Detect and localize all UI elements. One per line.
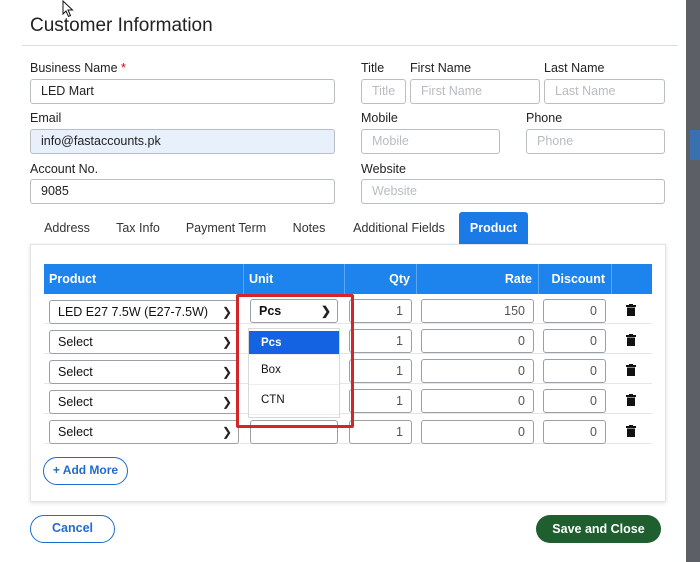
business-name-label: Business Name *	[30, 61, 126, 75]
trash-icon[interactable]	[626, 394, 636, 406]
product-select[interactable]: Select ❯	[49, 420, 239, 444]
chevron-down-icon: ❯	[221, 335, 232, 349]
background-page	[686, 0, 700, 562]
product-select-value: Select	[58, 425, 93, 439]
customer-information-dialog: Customer Information Business Name * Tit…	[0, 0, 686, 562]
chevron-down-icon: ❯	[221, 305, 232, 319]
product-select-value: Select	[58, 335, 93, 349]
product-select[interactable]: Select ❯	[49, 390, 239, 414]
tab-payment-term[interactable]: Payment Term	[178, 212, 274, 244]
tab-product[interactable]: Product	[459, 212, 528, 244]
website-label: Website	[361, 162, 406, 176]
mobile-input[interactable]: Mobile	[361, 129, 500, 154]
unit-option-ctn[interactable]: CTN	[249, 385, 339, 415]
discount-input[interactable]: 0	[543, 329, 606, 353]
background-accent	[690, 130, 700, 160]
add-more-button[interactable]: + Add More	[43, 457, 128, 485]
header-unit: Unit	[249, 272, 274, 286]
product-select[interactable]: Select ❯	[49, 330, 239, 354]
unit-option-pcs[interactable]: Pcs	[249, 331, 339, 355]
product-table-header: Product Unit Qty Rate Discount	[44, 264, 652, 294]
header-divider	[243, 264, 244, 294]
trash-icon[interactable]	[626, 364, 636, 376]
header-product: Product	[49, 272, 97, 286]
product-select-value: Select	[58, 395, 93, 409]
title-divider	[22, 45, 678, 46]
trash-icon[interactable]	[626, 425, 636, 437]
trash-icon[interactable]	[626, 304, 636, 316]
first-name-input[interactable]: First Name	[410, 79, 540, 104]
rate-input[interactable]: 0	[421, 359, 534, 383]
unit-select[interactable]: Pcs ❯	[250, 299, 338, 323]
cancel-button[interactable]: Cancel	[30, 515, 115, 543]
last-name-input[interactable]: Last Name	[544, 79, 665, 104]
chevron-down-icon: ❯	[221, 425, 232, 439]
title-label: Title	[361, 61, 385, 75]
website-input[interactable]: Website	[361, 179, 665, 204]
tab-tax-info[interactable]: Tax Info	[108, 212, 168, 244]
first-name-label: First Name	[410, 61, 472, 75]
last-name-label: Last Name	[544, 61, 605, 75]
discount-input[interactable]: 0	[543, 299, 606, 323]
discount-input[interactable]: 0	[543, 420, 606, 444]
header-qty: Qty	[389, 272, 410, 286]
mouse-cursor-icon	[62, 0, 74, 18]
phone-label: Phone	[526, 111, 563, 125]
unit-select-value: Pcs	[259, 304, 282, 318]
rate-input[interactable]: 0	[421, 329, 534, 353]
rate-input[interactable]: 150	[421, 299, 534, 323]
tab-address[interactable]: Address	[36, 212, 98, 244]
discount-input[interactable]: 0	[543, 389, 606, 413]
email-label: Email	[30, 111, 62, 125]
qty-input[interactable]: 1	[349, 389, 412, 413]
qty-input[interactable]: 1	[349, 359, 412, 383]
unit-dropdown-list: Pcs Box CTN	[248, 328, 340, 418]
chevron-down-icon: ❯	[221, 365, 232, 379]
tab-notes[interactable]: Notes	[284, 212, 334, 244]
dialog-title: Customer Information	[30, 15, 213, 36]
phone-input[interactable]: Phone	[526, 129, 665, 154]
email-input[interactable]: info@fastaccounts.pk	[30, 129, 335, 154]
qty-input[interactable]: 1	[349, 299, 412, 323]
tab-additional-fields[interactable]: Additional Fields	[344, 212, 454, 244]
header-divider	[611, 264, 612, 294]
rate-input[interactable]: 0	[421, 420, 534, 444]
product-select-value: Select	[58, 365, 93, 379]
unit-option-box[interactable]: Box	[249, 355, 339, 385]
product-select[interactable]: Select ❯	[49, 360, 239, 384]
discount-input[interactable]: 0	[543, 359, 606, 383]
product-select[interactable]: LED E27 7.5W (E27-7.5W) ❯	[49, 300, 239, 324]
rate-input[interactable]: 0	[421, 389, 534, 413]
header-discount: Discount	[551, 272, 605, 286]
account-no-input[interactable]: 9085	[30, 179, 335, 204]
header-rate: Rate	[504, 272, 532, 286]
title-input[interactable]: Title	[361, 79, 406, 104]
business-name-input[interactable]: LED Mart	[30, 79, 335, 104]
qty-input[interactable]: 1	[349, 329, 412, 353]
mobile-label: Mobile	[361, 111, 398, 125]
product-select-value: LED E27 7.5W (E27-7.5W)	[58, 305, 209, 319]
unit-select[interactable]	[250, 420, 338, 444]
account-no-label: Account No.	[30, 162, 99, 176]
chevron-down-icon: ❯	[221, 395, 232, 409]
trash-icon[interactable]	[626, 334, 636, 346]
save-and-close-button[interactable]: Save and Close	[536, 515, 661, 543]
chevron-down-icon: ❯	[320, 304, 331, 318]
qty-input[interactable]: 1	[349, 420, 412, 444]
